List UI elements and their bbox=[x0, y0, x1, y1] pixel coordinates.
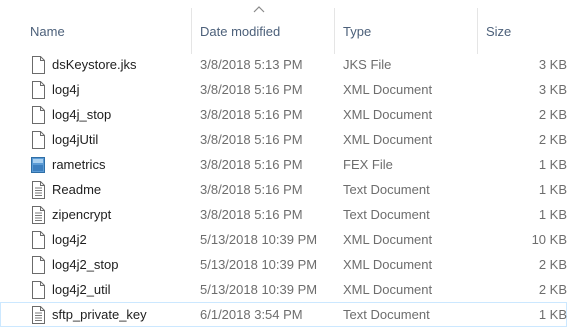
file-type: XML Document bbox=[343, 107, 433, 122]
blank-file-icon bbox=[30, 81, 46, 99]
file-date-modified: 3/8/2018 5:16 PM bbox=[200, 132, 303, 147]
file-row[interactable]: log4j_stop 3/8/2018 5:16 PM XML Document 2 … bbox=[0, 102, 567, 127]
file-date-modified: 6/1/2018 3:54 PM bbox=[200, 307, 303, 322]
file-type: Text Document bbox=[343, 307, 430, 322]
column-header: Name Date modified Type Size bbox=[0, 0, 567, 58]
file-name: sftp_private_key bbox=[52, 307, 147, 322]
file-size: 1 KB bbox=[538, 182, 567, 197]
file-type: XML Document bbox=[343, 82, 433, 97]
column-separator[interactable] bbox=[477, 8, 478, 54]
file-date-modified: 3/8/2018 5:16 PM bbox=[200, 157, 303, 172]
blank-file-icon bbox=[30, 131, 46, 149]
file-date-modified: 5/13/2018 10:39 PM bbox=[200, 257, 318, 272]
file-type: XML Document bbox=[343, 282, 433, 297]
file-name: dsKeystore.jks bbox=[52, 57, 137, 72]
fex-file-icon bbox=[30, 156, 46, 174]
file-row[interactable]: dsKeystore.jks 3/8/2018 5:13 PM JKS File 3 … bbox=[0, 52, 567, 77]
column-header-size[interactable]: Size bbox=[486, 22, 511, 42]
file-date-modified: 5/13/2018 10:39 PM bbox=[200, 282, 318, 297]
file-date-modified: 3/8/2018 5:16 PM bbox=[200, 107, 303, 122]
file-name: rametrics bbox=[52, 157, 106, 172]
file-type: FEX File bbox=[343, 157, 393, 172]
text-file-icon bbox=[30, 306, 46, 324]
file-type: XML Document bbox=[343, 132, 433, 147]
file-size: 2 KB bbox=[538, 257, 567, 272]
file-type: XML Document bbox=[343, 232, 433, 247]
file-size: 2 KB bbox=[538, 132, 567, 147]
file-date-modified: 3/8/2018 5:16 PM bbox=[200, 207, 303, 222]
blank-file-icon bbox=[30, 231, 46, 249]
column-header-date-modified[interactable]: Date modified bbox=[200, 22, 280, 42]
file-size: 1 KB bbox=[538, 157, 567, 172]
file-type: XML Document bbox=[343, 257, 433, 272]
file-size: 1 KB bbox=[538, 207, 567, 222]
file-size: 10 KB bbox=[531, 232, 567, 247]
file-name: log4j2 bbox=[52, 232, 87, 247]
blank-file-icon bbox=[30, 281, 46, 299]
file-row[interactable]: log4j2_util 5/13/2018 10:39 PM XML Documen… bbox=[0, 277, 567, 302]
file-size: 2 KB bbox=[538, 282, 567, 297]
file-row[interactable]: Readme 3/8/2018 5:16 PM Text Document 1 KB bbox=[0, 177, 567, 202]
sort-ascending-icon bbox=[253, 6, 265, 13]
file-type: Text Document bbox=[343, 207, 430, 222]
file-name: log4jUtil bbox=[52, 132, 99, 147]
file-name: log4j_stop bbox=[52, 107, 112, 122]
text-file-icon bbox=[30, 206, 46, 224]
file-name: zipencrypt bbox=[52, 207, 112, 222]
column-header-type[interactable]: Type bbox=[343, 22, 371, 42]
blank-file-icon bbox=[30, 56, 46, 74]
file-size: 3 KB bbox=[538, 57, 567, 72]
file-size: 1 KB bbox=[538, 307, 567, 322]
file-date-modified: 3/8/2018 5:13 PM bbox=[200, 57, 303, 72]
file-date-modified: 3/8/2018 5:16 PM bbox=[200, 82, 303, 97]
file-date-modified: 3/8/2018 5:16 PM bbox=[200, 182, 303, 197]
file-row[interactable]: log4j 3/8/2018 5:16 PM XML Document 3 KB bbox=[0, 77, 567, 102]
file-row[interactable]: log4j2_stop 5/13/2018 10:39 PM XML Documen… bbox=[0, 252, 567, 277]
file-name: log4j2_util bbox=[52, 282, 111, 297]
file-row[interactable]: log4jUtil 3/8/2018 5:16 PM XML Document 2 K… bbox=[0, 127, 567, 152]
column-separator[interactable] bbox=[191, 8, 192, 54]
file-name: log4j2_stop bbox=[52, 257, 119, 272]
file-row[interactable]: log4j2 5/13/2018 10:39 PM XML Document 10 K… bbox=[0, 227, 567, 252]
file-date-modified: 5/13/2018 10:39 PM bbox=[200, 232, 318, 247]
file-row[interactable]: rametrics 3/8/2018 5:16 PM FEX File 1 KB bbox=[0, 152, 567, 177]
file-name: log4j bbox=[52, 82, 80, 97]
column-separator[interactable] bbox=[334, 8, 335, 54]
text-file-icon bbox=[30, 181, 46, 199]
blank-file-icon bbox=[30, 106, 46, 124]
file-type: Text Document bbox=[343, 182, 430, 197]
file-row[interactable]: zipencrypt 3/8/2018 5:16 PM Text Document 1… bbox=[0, 202, 567, 227]
file-name: Readme bbox=[52, 182, 102, 197]
file-size: 2 KB bbox=[538, 107, 567, 122]
blank-file-icon bbox=[30, 256, 46, 274]
file-size: 3 KB bbox=[538, 82, 567, 97]
column-header-name[interactable]: Name bbox=[30, 22, 65, 42]
file-type: JKS File bbox=[343, 57, 392, 72]
file-row[interactable]: sftp_private_key 6/1/2018 3:54 PM Text Doc… bbox=[0, 302, 567, 327]
